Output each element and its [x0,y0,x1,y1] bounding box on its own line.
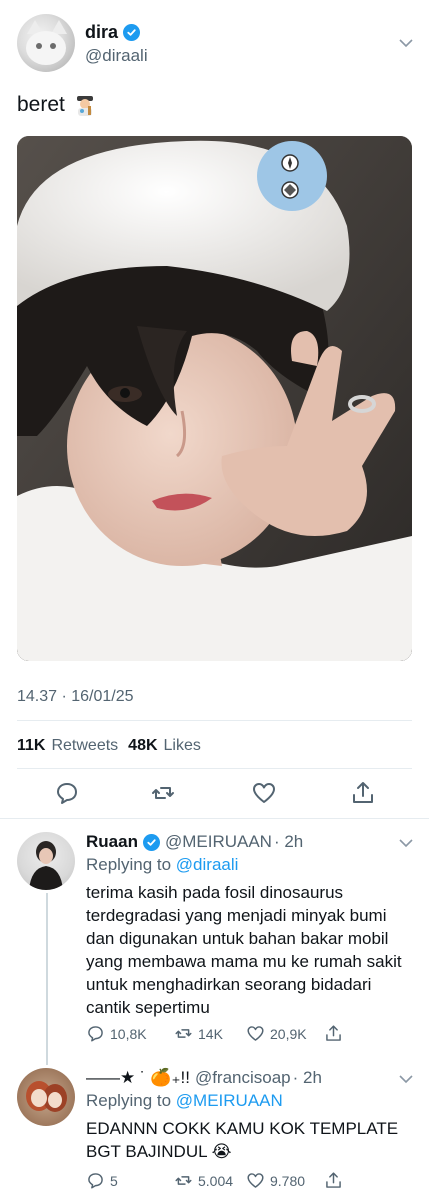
avatar-cat-eye [50,43,56,49]
reply-avatar[interactable] [17,832,75,890]
like-count: 9.780 [270,1172,306,1189]
replying-to-mention[interactable]: @diraali [176,855,239,874]
like-count: 20,9K [270,1025,307,1042]
tweet-photo[interactable] [17,136,412,661]
reply-reply-action[interactable]: 5 [86,1171,118,1190]
reply-avatar[interactable] [17,1068,75,1126]
share-icon [326,1172,341,1188]
divider [0,818,429,819]
divider [17,768,412,769]
reply-author-name[interactable]: Ruaan [86,832,138,852]
chevron-down-icon[interactable] [397,34,415,52]
author-name: dira [85,22,119,42]
reply-count: 5 [110,1172,118,1189]
retweet-count: 5.004 [198,1172,234,1189]
reply-like-action[interactable]: 9.780 [246,1171,305,1190]
retweet-count: 14K [198,1025,223,1042]
reply-author-name[interactable]: ——★ ˙ 🍊₊!! [86,1068,190,1088]
author-avatar[interactable] [17,14,75,72]
reply-icon[interactable] [54,780,80,806]
author-name-row[interactable]: dira [85,22,141,43]
share-icon[interactable] [350,780,376,806]
tweet-stats: 11K Retweets 48K Likes [17,737,205,755]
replying-to-label: Replying to [86,855,172,874]
like-icon [247,1026,264,1041]
retweets-count[interactable]: 11K [17,737,45,755]
reply-text: terima kasih pada fosil dinosaurus terde… [86,883,402,1017]
chevron-down-icon[interactable] [397,1070,415,1088]
replying-to: Replying to @diraali [86,855,238,875]
reply-header: Ruaan @MEIRUAAN · 2h [86,832,303,852]
tweet-header: dira @diraali [17,14,415,72]
divider [17,720,412,721]
reply-share-action[interactable] [324,1171,343,1190]
replying-to: Replying to @MEIRUAAN [86,1091,283,1111]
replying-to-mention[interactable]: @MEIRUAAN [176,1091,283,1110]
reply-action-bar: 5 5.004 9.780 [86,1171,406,1193]
reply-count: 10,8K [110,1025,147,1042]
tweet-action-bar [17,780,412,808]
reply-icon [88,1173,103,1189]
chevron-down-icon[interactable] [397,834,415,852]
like-icon [247,1173,264,1188]
retweets-label[interactable]: Retweets [51,737,118,755]
reply-author-handle[interactable]: @MEIRUAAN [165,832,272,852]
reply-retweet-action[interactable]: 5.004 [174,1171,233,1190]
retweet-icon[interactable] [150,780,176,806]
reply-retweet-action[interactable]: 14K [174,1024,223,1043]
thread-line [46,893,48,1065]
like-icon[interactable] [251,780,277,806]
reply-reply-action[interactable]: 10,8K [86,1024,147,1043]
verified-badge-icon [142,833,160,851]
reply-header: ——★ ˙ 🍊₊!! @francisoap · 2h [86,1068,322,1088]
reply-time[interactable]: · 2h [293,1068,322,1088]
tweet-text: beret [17,93,65,116]
reply-text: EDANNN COKK KAMU KOK TEMPLATE BGT BAJIND… [86,1119,399,1161]
reply-like-action[interactable]: 20,9K [246,1024,307,1043]
verified-badge-icon [123,24,141,41]
retweet-icon [175,1176,192,1185]
avatar-cat-eye [36,43,42,49]
likes-label[interactable]: Likes [164,737,201,755]
reply-share-action[interactable] [324,1024,343,1043]
tweet-timestamp[interactable]: 14.37 · 16/01/25 [17,688,134,706]
retweet-icon [175,1029,192,1038]
reply-action-bar: 10,8K 14K 20,9K [86,1024,406,1046]
reply-author-handle[interactable]: @francisoap [195,1068,291,1088]
author-handle[interactable]: @diraali [85,46,148,66]
likes-count[interactable]: 48K [128,737,157,755]
reply-time[interactable]: · 2h [274,832,303,852]
artist-emoji-icon [73,93,97,117]
share-icon [326,1025,341,1041]
reply-icon [88,1026,103,1042]
tweet-text-row: beret [17,93,97,117]
avatar-cat-face [26,31,66,65]
photo-illustration [17,136,412,661]
replying-to-label: Replying to [86,1091,172,1110]
